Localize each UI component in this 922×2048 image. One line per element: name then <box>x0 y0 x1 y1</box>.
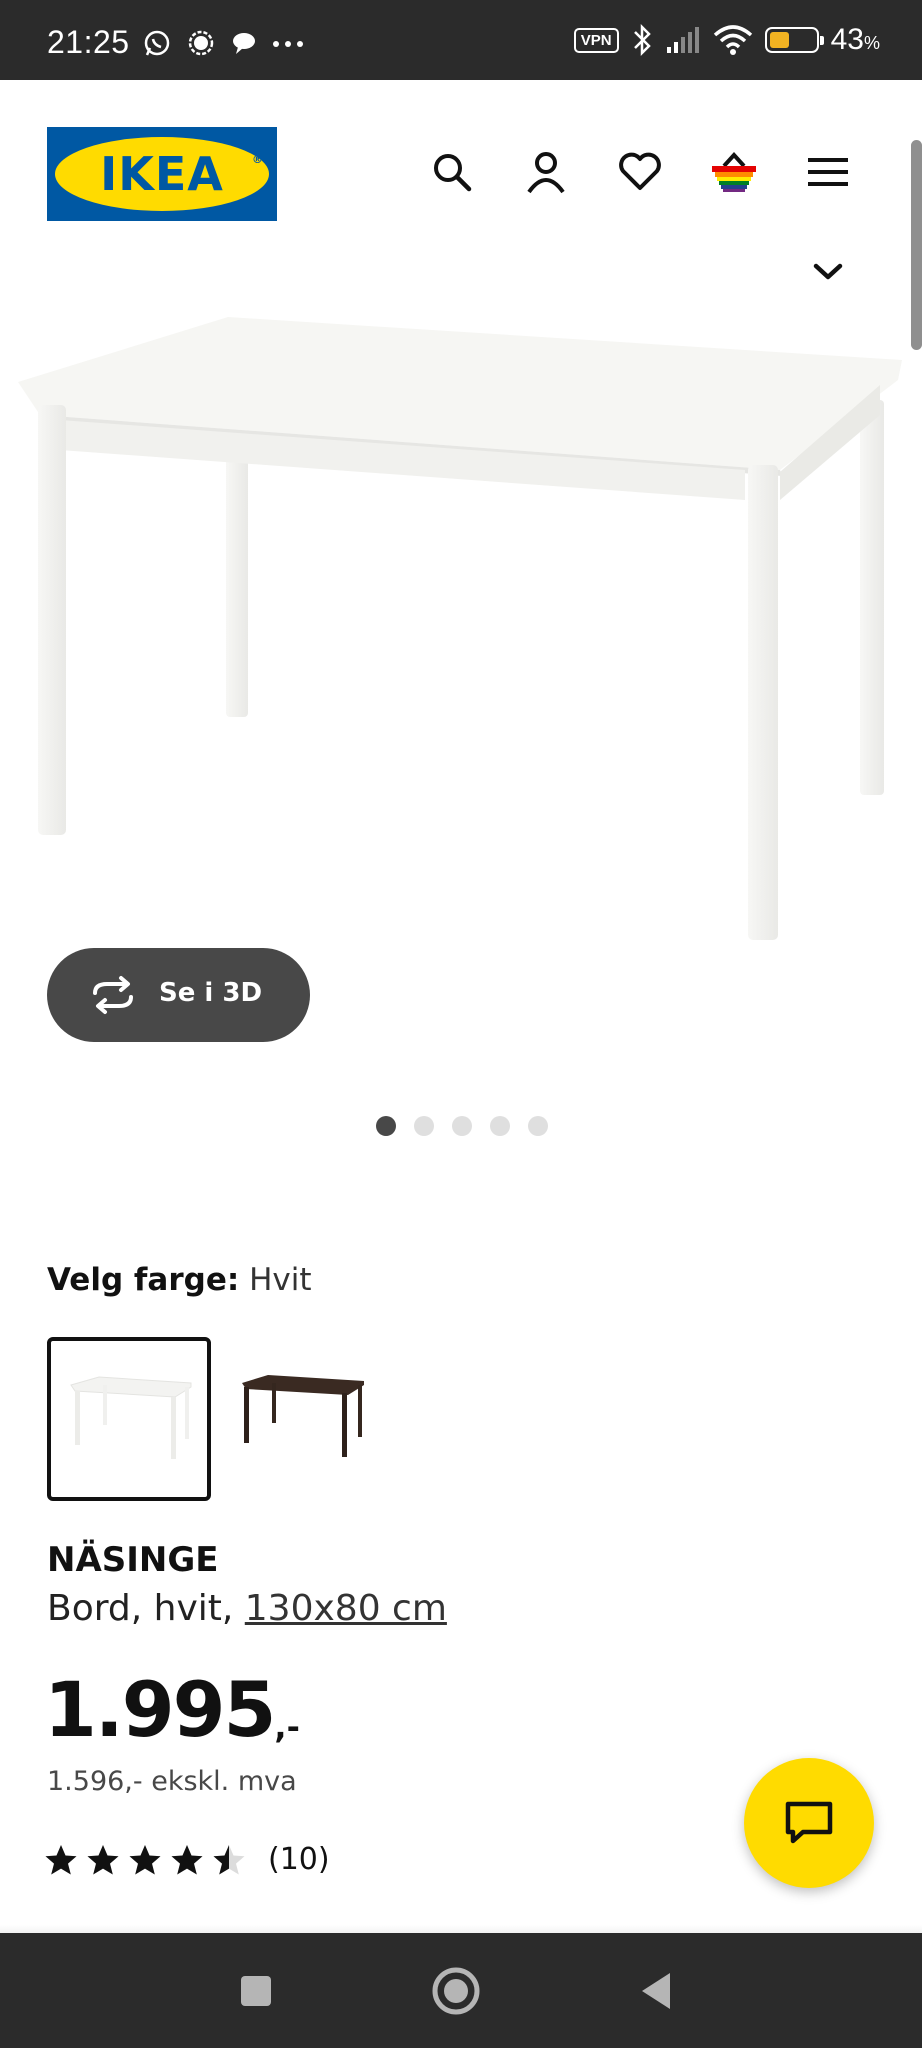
gallery-dot-2[interactable] <box>414 1116 434 1136</box>
status-bar: 21:25 VPN 43% <box>0 0 922 80</box>
product-rating[interactable]: (10) <box>44 1842 330 1877</box>
product-size-link[interactable]: 130x80 cm <box>245 1588 447 1629</box>
status-time: 21:25 <box>47 24 130 60</box>
bluetooth-icon <box>633 23 651 57</box>
recents-button[interactable] <box>228 1963 284 2019</box>
star-icon <box>129 1844 161 1874</box>
gallery-dot-3[interactable] <box>452 1116 472 1136</box>
color-selected-value: Hvit <box>249 1262 312 1298</box>
more-dots-icon <box>273 41 303 47</box>
price-main: 1.995 <box>44 1665 276 1754</box>
color-label-text: Velg farge: <box>47 1262 240 1298</box>
chevron-down-icon[interactable] <box>810 258 846 286</box>
rating-stars <box>44 1843 246 1877</box>
chat-button[interactable] <box>744 1758 874 1888</box>
battery-level-fill <box>769 32 789 48</box>
system-navigation-bar <box>0 1933 922 2048</box>
search-icon[interactable] <box>426 146 478 198</box>
heart-icon[interactable] <box>614 146 666 198</box>
view-3d-label: Se i 3D <box>159 978 263 1008</box>
signal-app-icon <box>188 30 214 56</box>
product-price: 1.995 ,- <box>44 1665 300 1755</box>
menu-icon[interactable] <box>802 146 854 198</box>
color-swatch-white[interactable] <box>47 1337 211 1501</box>
gallery-pagination[interactable] <box>376 1116 548 1136</box>
content-edge <box>0 1925 922 1933</box>
price-suffix: ,- <box>274 1708 300 1746</box>
star-icon <box>87 1844 119 1874</box>
square-icon <box>241 1976 271 2006</box>
color-swatch-dark[interactable] <box>224 1337 388 1501</box>
gallery-dot-1[interactable] <box>376 1116 396 1136</box>
ikea-logo[interactable]: IKEA ® <box>47 127 277 221</box>
product-image[interactable] <box>0 300 922 960</box>
back-button[interactable] <box>628 1963 684 2019</box>
rotate-3d-icon <box>93 976 133 1014</box>
price-excl-vat: 1.596,- ekskl. mva <box>47 1766 297 1797</box>
star-icon <box>213 1844 245 1874</box>
white-table-thumbnail <box>70 1376 192 1459</box>
gallery-dot-5[interactable] <box>528 1116 548 1136</box>
chat-bubble-icon <box>233 33 255 54</box>
product-description: Bord, hvit, 130x80 cm <box>47 1588 447 1629</box>
star-icon <box>171 1844 203 1874</box>
logo-text: IKEA <box>100 147 224 201</box>
basket-icon[interactable] <box>708 146 760 198</box>
dark-table-thumbnail <box>242 1375 364 1457</box>
account-icon[interactable] <box>520 146 572 198</box>
back-triangle-icon <box>642 1973 670 2009</box>
vpn-badge: VPN <box>573 27 619 53</box>
chat-icon <box>785 1801 833 1844</box>
view-3d-button[interactable]: Se i 3D <box>47 948 310 1042</box>
color-selector-label: Velg farge: Hvit <box>47 1262 312 1298</box>
gallery-dot-4[interactable] <box>490 1116 510 1136</box>
wifi-icon <box>713 25 752 55</box>
battery-icon <box>764 27 824 53</box>
whatsapp-icon <box>144 30 170 56</box>
logo-registered-mark: ® <box>252 153 263 166</box>
circle-icon <box>432 1967 480 2015</box>
cellular-signal-icon <box>666 27 699 53</box>
product-name: NÄSINGE <box>47 1540 219 1580</box>
star-icon <box>45 1844 77 1874</box>
battery-percent: 43% <box>830 23 880 56</box>
home-button[interactable] <box>428 1963 484 2019</box>
review-count: (10) <box>268 1842 330 1877</box>
